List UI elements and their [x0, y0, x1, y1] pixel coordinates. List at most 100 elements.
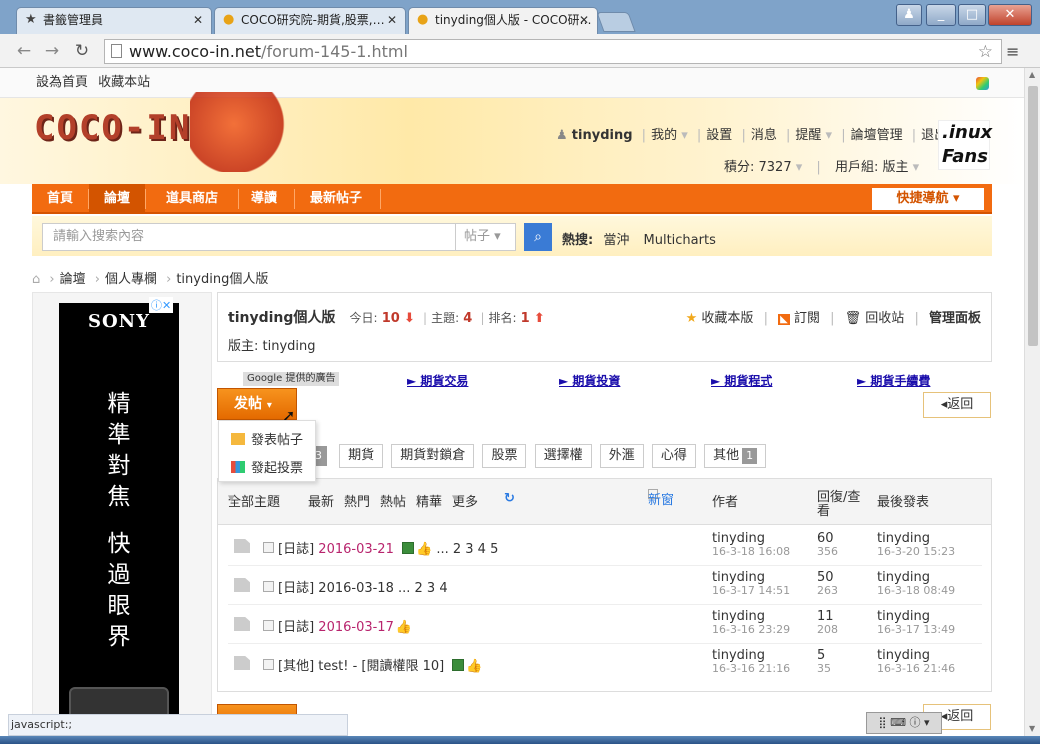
type-tab[interactable]: 選擇權	[534, 444, 592, 468]
new-tab-button[interactable]	[596, 12, 636, 32]
forum-admin-link[interactable]: 論壇管理	[851, 128, 903, 143]
return-button[interactable]: ◂返回	[923, 392, 991, 418]
favorite-forum-link[interactable]: 收藏本版	[701, 311, 753, 326]
search-button[interactable]: ⌕	[524, 223, 552, 251]
type-tab[interactable]: 其他 1	[704, 444, 767, 468]
thread-title[interactable]: [日誌] 2016-03-21 👍 ... 2 3 4 5	[278, 538, 498, 557]
site-logo[interactable]: COCO-IN	[34, 108, 191, 148]
sony-ad[interactable]: SONY 精準對焦 快過眼界	[59, 303, 179, 743]
nav-latest[interactable]: 最新帖子	[296, 184, 376, 214]
user-group[interactable]: 用戶組: 版主	[835, 160, 909, 175]
ad-close-icon[interactable]: ⓘ✕	[149, 297, 174, 313]
thread-last-post[interactable]: tinyding 16-3-16 21:46	[877, 649, 955, 675]
set-home-link[interactable]: 設為首頁	[36, 75, 88, 90]
thread-last-post[interactable]: tinyding 16-3-20 15:23	[877, 532, 955, 558]
type-tab[interactable]: 心得	[651, 444, 696, 468]
menu-icon[interactable]: ≡	[1006, 42, 1019, 61]
thread-author[interactable]: tinyding 16-3-17 14:51	[712, 571, 790, 597]
ad-link[interactable]: ► 期貨投資	[559, 372, 620, 389]
home-icon[interactable]: ⌂	[32, 272, 40, 287]
crumb-item[interactable]: 論壇	[60, 272, 86, 287]
thread-checkbox[interactable]	[263, 581, 274, 592]
table-row[interactable]: [日誌] 2016-03-21 👍 ... 2 3 4 5 tinyding 16…	[228, 527, 982, 566]
linux-fans-badge[interactable]: .inux Fans	[938, 120, 992, 170]
ime-toolbar[interactable]: ⣿ ⌨ ⓘ ▾	[866, 712, 942, 734]
type-tab[interactable]: 股票	[482, 444, 527, 468]
color-icon[interactable]	[976, 77, 989, 90]
thread-author[interactable]: tinyding 16-3-16 23:29	[712, 610, 790, 636]
points[interactable]: 積分: 7327	[724, 160, 792, 175]
filter-digest[interactable]: 精華	[416, 491, 442, 510]
ad-link[interactable]: ► 期貨交易	[407, 372, 468, 389]
reload-icon[interactable]: ↻	[72, 41, 92, 61]
search-input[interactable]: 請輸入搜索內容	[42, 223, 456, 251]
admin-panel-link[interactable]: 管理面板	[929, 311, 981, 326]
filter-hot[interactable]: 熱門	[344, 491, 370, 510]
thread-title[interactable]: [日誌] 2016-03-17 👍	[278, 616, 412, 635]
thread-author[interactable]: tinyding 16-3-16 21:16	[712, 649, 790, 675]
filter-latest[interactable]: 最新	[308, 491, 334, 510]
table-row[interactable]: [其他] test! - [閱讀權限 10] 👍 tinyding 16-3-16…	[228, 644, 982, 683]
close-icon[interactable]: ✕	[579, 8, 589, 33]
forward-icon[interactable]: →	[42, 41, 62, 61]
new-thread-item[interactable]: 發表帖子	[231, 429, 303, 448]
back-icon[interactable]: ←	[14, 41, 34, 61]
tab-coco-home[interactable]: ● COCO研究院-期貨,股票,… ✕	[214, 7, 406, 34]
reminders-link[interactable]: 提醒	[795, 128, 821, 143]
quick-nav-button[interactable]: 快捷導航 ▾	[872, 188, 984, 210]
subscribe-link[interactable]: 訂閱	[794, 311, 820, 326]
close-window-button[interactable]: ✕	[988, 4, 1032, 26]
address-bar[interactable]: www.coco-in.net/forum-145-1.html ☆	[104, 39, 1002, 64]
user-icon[interactable]: ♟	[896, 4, 922, 26]
search-type-select[interactable]: 帖子 ▾	[456, 223, 516, 251]
ad-link[interactable]: ► 期貨手續費	[857, 372, 930, 389]
tab-bookmarks[interactable]: ★ 書籤管理員 ✕	[16, 7, 212, 34]
scroll-up-icon[interactable]: ▲	[1029, 70, 1035, 79]
close-icon[interactable]: ✕	[387, 8, 397, 33]
thread-title[interactable]: [日誌] 2016-03-18 ... 2 3 4	[278, 577, 448, 596]
crumb-item[interactable]: 個人專欄	[105, 272, 157, 287]
nav-guide[interactable]: 導讀	[239, 184, 289, 214]
thread-title[interactable]: [其他] test! - [閱讀權限 10] 👍	[278, 655, 483, 674]
hot-item[interactable]: 當沖	[603, 233, 629, 248]
scroll-down-icon[interactable]: ▼	[1029, 724, 1035, 733]
username-link[interactable]: tinyding	[572, 128, 633, 143]
type-tab[interactable]: 外滙	[599, 444, 644, 468]
close-icon[interactable]: ✕	[193, 8, 203, 33]
new-poll-item[interactable]: 發起投票	[231, 457, 303, 476]
type-tab[interactable]: 期貨對鎖倉	[391, 444, 475, 468]
nav-home[interactable]: 首頁	[32, 184, 88, 214]
table-row[interactable]: [日誌] 2016-03-17 👍 tinyding 16-3-16 23:29 1…	[228, 605, 982, 644]
sidebar-ad[interactable]: SONY 精準對焦 快過眼界 ⓘ✕	[32, 292, 212, 744]
minimize-button[interactable]: _	[926, 4, 956, 26]
tab-tinyding[interactable]: ● tinyding個人版 - COCO研… ✕	[408, 7, 598, 34]
scroll-thumb[interactable]	[1028, 86, 1038, 346]
google-ads-label[interactable]: Google 提供的廣告	[243, 372, 340, 386]
crumb-item[interactable]: tinyding個人版	[176, 272, 268, 287]
refresh-icon[interactable]: ↻	[504, 491, 515, 506]
thread-checkbox[interactable]	[263, 620, 274, 631]
thread-author[interactable]: tinyding 16-3-18 16:08	[712, 532, 790, 558]
thread-checkbox[interactable]	[263, 659, 274, 670]
ad-link[interactable]: ► 期貨程式	[711, 372, 772, 389]
recycle-link[interactable]: 回收站	[865, 311, 904, 326]
filter-hot-posts[interactable]: 熱帖	[380, 491, 406, 510]
thread-last-post[interactable]: tinyding 16-3-17 13:49	[877, 610, 955, 636]
messages-link[interactable]: 消息	[751, 128, 777, 143]
maximize-button[interactable]: □	[958, 4, 986, 26]
page-links[interactable]: ... 2 3 4	[398, 581, 448, 596]
bookmark-star-icon[interactable]: ☆	[978, 41, 993, 64]
thread-last-post[interactable]: tinyding 16-3-18 08:49	[877, 571, 955, 597]
nav-forum[interactable]: 論壇	[89, 184, 145, 214]
type-tab[interactable]: 期貨	[339, 444, 384, 468]
my-link[interactable]: 我的	[651, 128, 677, 143]
nav-shop[interactable]: 道具商店	[148, 184, 236, 214]
settings-link[interactable]: 設置	[706, 128, 732, 143]
thread-icon	[234, 578, 250, 592]
hot-item[interactable]: Multicharts	[644, 233, 716, 248]
table-row[interactable]: [日誌] 2016-03-18 ... 2 3 4 tinyding 16-3-1…	[228, 566, 982, 605]
scrollbar[interactable]: ▲ ▼	[1024, 68, 1040, 744]
bookmark-site-link[interactable]: 收藏本站	[98, 75, 150, 90]
page-links[interactable]: ... 2 3 4 5	[436, 542, 498, 557]
thread-checkbox[interactable]	[263, 542, 274, 553]
